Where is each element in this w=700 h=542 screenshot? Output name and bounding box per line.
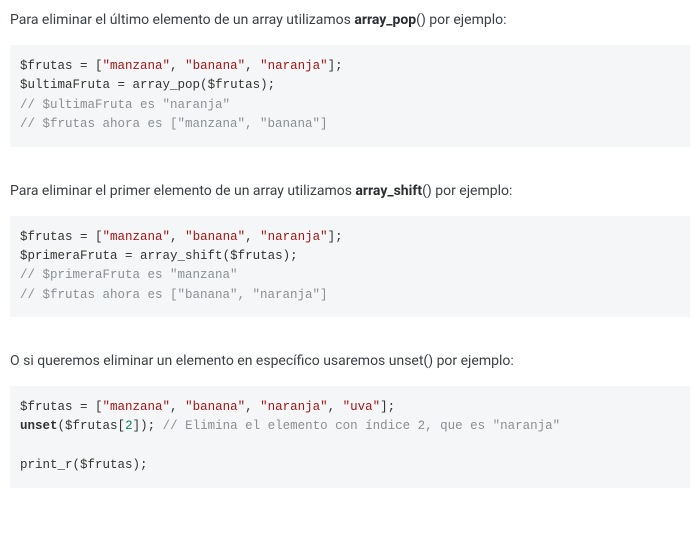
code-str: "banana" bbox=[185, 59, 245, 73]
code-var: $ultimaFruta bbox=[20, 78, 110, 92]
code-block-array-shift: $frutas = ["manzana", "banana", "naranja… bbox=[10, 216, 690, 318]
code-comment: // $ultimaFruta es "naranja" bbox=[20, 98, 230, 112]
text: Para eliminar el primer elemento de un a… bbox=[10, 183, 355, 199]
code-var: $frutas bbox=[20, 230, 73, 244]
code-str: "naranja" bbox=[260, 400, 328, 414]
code-var: $primeraFruta bbox=[20, 249, 118, 263]
paragraph-array-shift: Para eliminar el primer elemento de un a… bbox=[10, 181, 690, 202]
code-comment: // Elimina el elemento con índice 2, que… bbox=[163, 419, 561, 433]
code-var: $frutas bbox=[208, 78, 261, 92]
code-str: "uva" bbox=[343, 400, 381, 414]
code-var: $frutas bbox=[20, 400, 73, 414]
code-func-call: print_r($frutas); bbox=[20, 458, 148, 472]
code-var: $frutas bbox=[20, 59, 73, 73]
code-block-unset: $frutas = ["manzana", "banana", "naranja… bbox=[10, 386, 690, 488]
text: () por ejemplo: bbox=[422, 183, 512, 199]
code-str: "naranja" bbox=[260, 230, 328, 244]
code-str: "manzana" bbox=[103, 400, 171, 414]
bold-func-name: array_pop bbox=[354, 12, 416, 28]
code-str: "manzana" bbox=[103, 230, 171, 244]
code-comment: // $frutas ahora es ["banana", "naranja"… bbox=[20, 288, 328, 302]
text: Para eliminar el último elemento de un a… bbox=[10, 12, 354, 28]
code-var: $frutas bbox=[230, 249, 283, 263]
code-var: $frutas bbox=[65, 419, 118, 433]
code-str: "manzana" bbox=[103, 59, 171, 73]
code-str: "banana" bbox=[185, 230, 245, 244]
paragraph-array-pop: Para eliminar el último elemento de un a… bbox=[10, 10, 690, 31]
code-func: array_pop bbox=[133, 78, 201, 92]
code-str: "naranja" bbox=[260, 59, 328, 73]
code-str: "banana" bbox=[185, 400, 245, 414]
paragraph-unset: O si queremos eliminar un elemento en es… bbox=[10, 351, 690, 372]
code-num: 2 bbox=[125, 419, 133, 433]
code-func: array_shift bbox=[140, 249, 223, 263]
text: O si queremos eliminar un elemento en es… bbox=[10, 353, 514, 369]
document-page: Para eliminar el último elemento de un a… bbox=[0, 0, 700, 542]
code-comment: // $frutas ahora es ["manzana", "banana"… bbox=[20, 117, 328, 131]
code-comment: // $primeraFruta es "manzana" bbox=[20, 268, 238, 282]
code-block-array-pop: $frutas = ["manzana", "banana", "naranja… bbox=[10, 45, 690, 147]
bold-func-name: array_shift bbox=[355, 183, 422, 199]
code-keyword: unset bbox=[20, 419, 58, 433]
text: () por ejemplo: bbox=[416, 12, 506, 28]
